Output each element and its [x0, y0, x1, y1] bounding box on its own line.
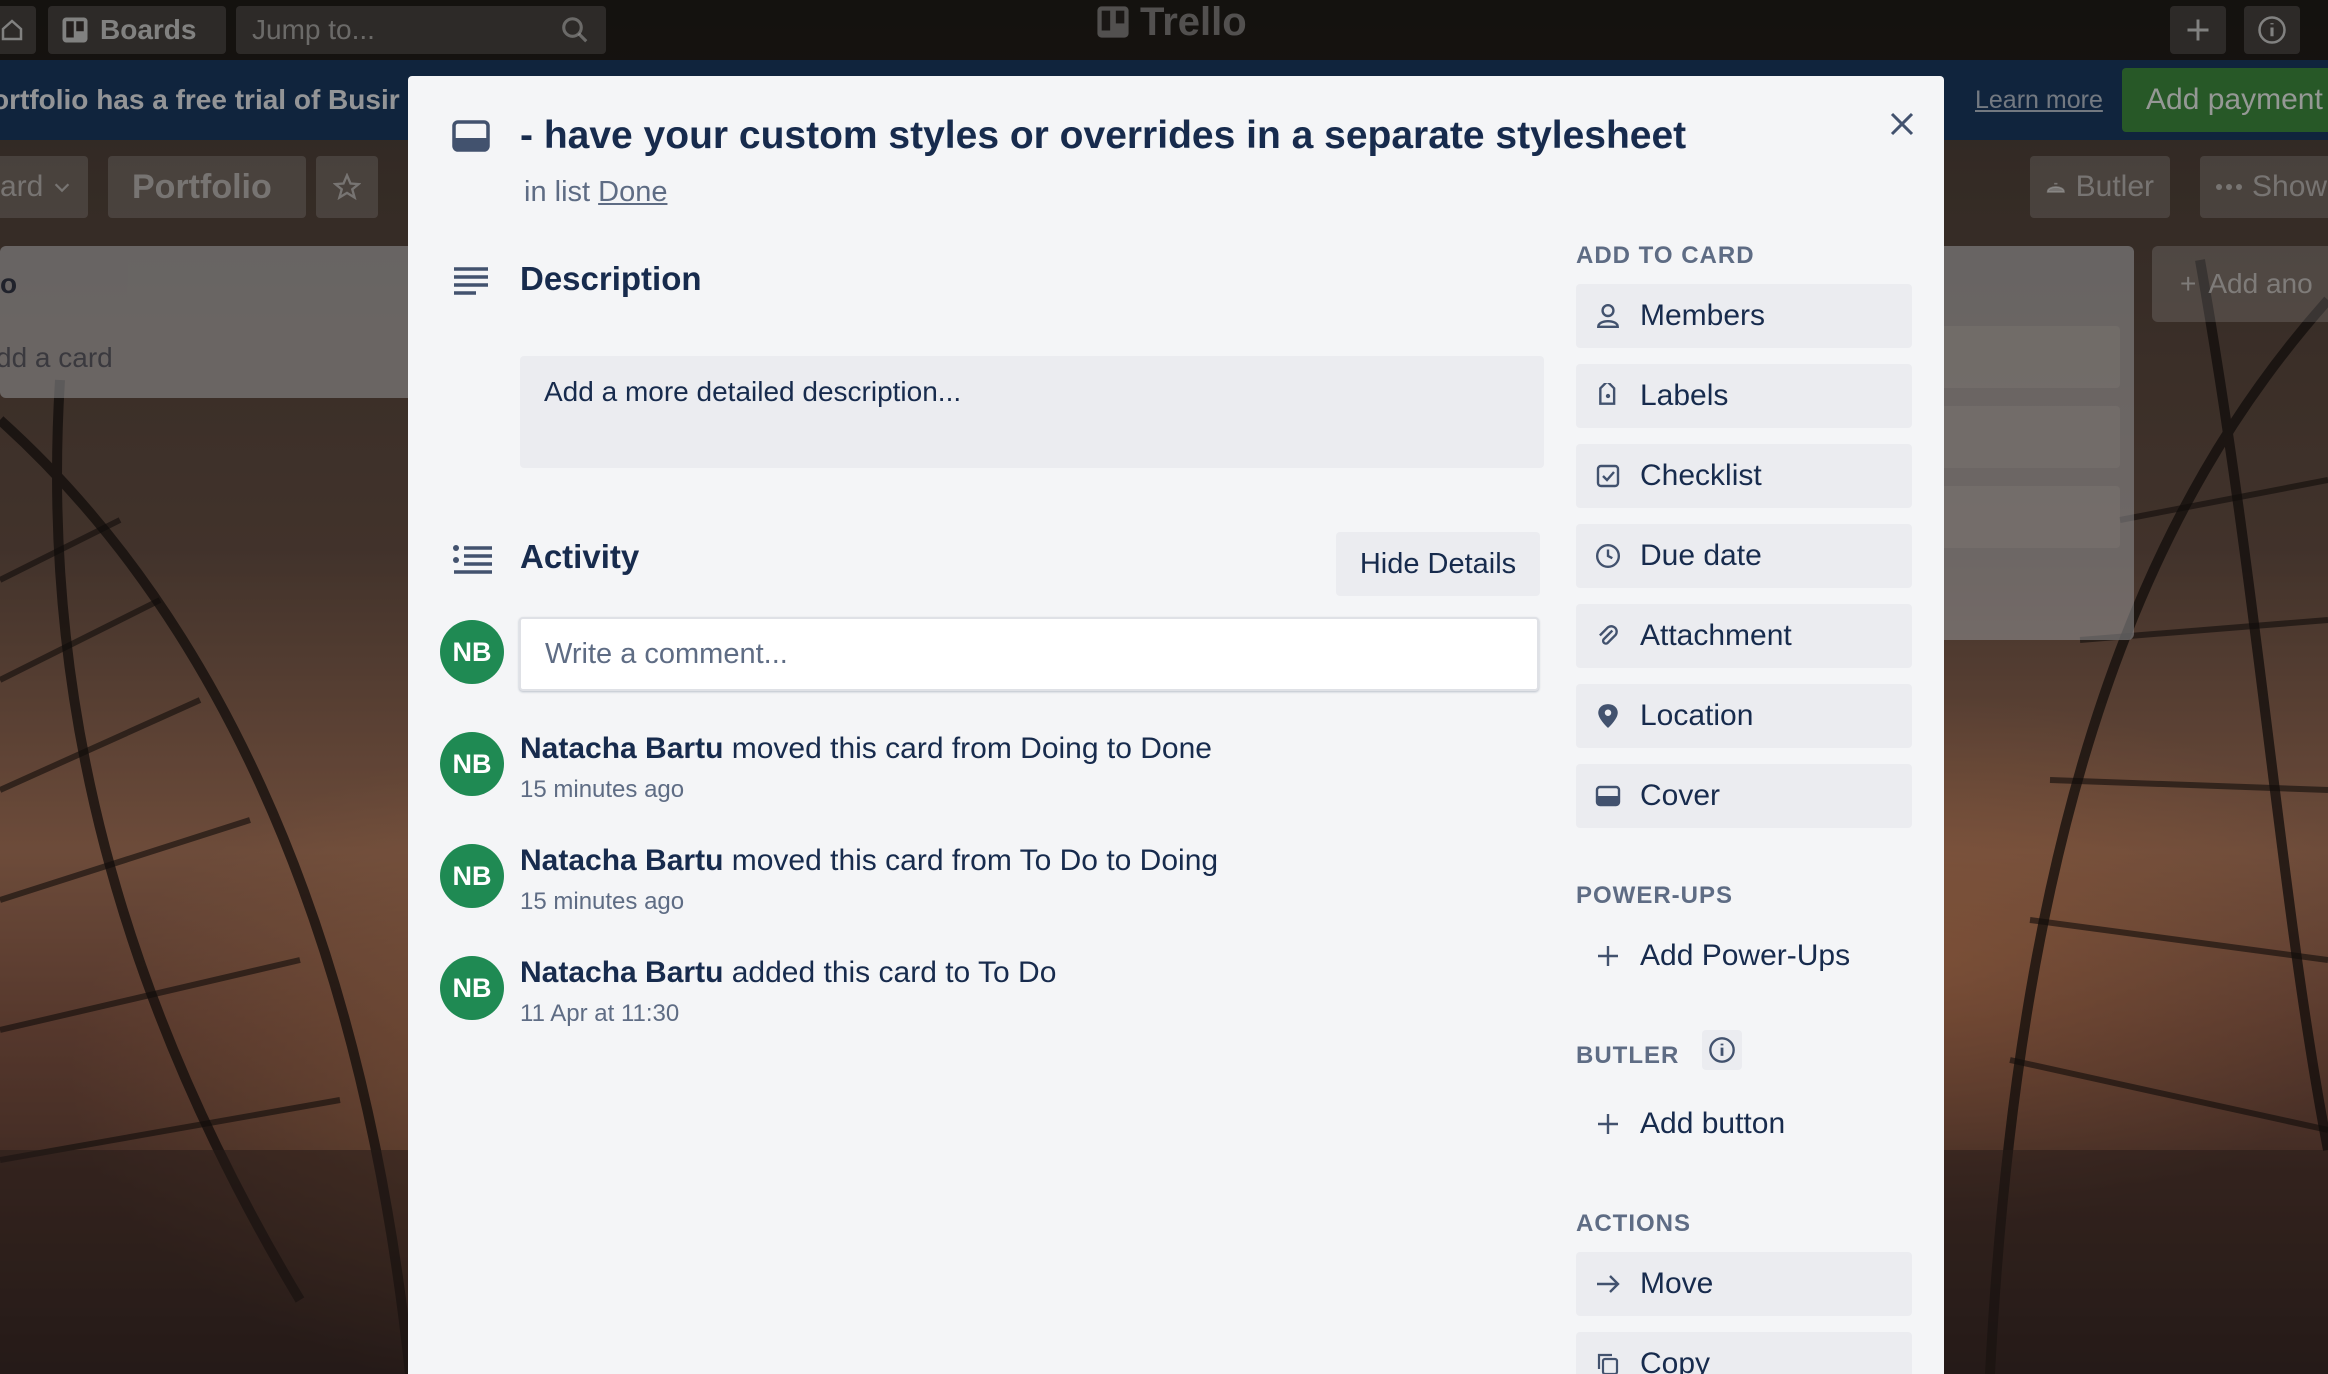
location-button[interactable]: Location — [1576, 684, 1912, 748]
cover-icon — [1594, 782, 1622, 810]
members-label: Members — [1640, 299, 1766, 332]
label-tag-icon — [1594, 382, 1622, 410]
card-list-info: in list Done — [524, 176, 667, 209]
checklist-label: Checklist — [1640, 459, 1762, 492]
in-list-prefix: in list — [524, 176, 591, 208]
due-date-label: Due date — [1640, 539, 1762, 572]
card-title[interactable]: - have your custom styles or overrides i… — [520, 114, 1686, 158]
activity-user[interactable]: Natacha Bartu — [520, 844, 723, 877]
location-pin-icon — [1594, 702, 1622, 730]
attachment-label: Attachment — [1640, 619, 1792, 652]
card-icon — [452, 120, 490, 159]
description-lines-icon — [452, 266, 490, 301]
butler-info-button[interactable] — [1702, 1030, 1742, 1070]
description-input[interactable]: Add a more detailed description... — [520, 356, 1544, 468]
cover-button[interactable]: Cover — [1576, 764, 1912, 828]
copy-icon — [1594, 1350, 1622, 1374]
comment-input[interactable]: Write a comment... — [519, 617, 1539, 691]
activity-time[interactable]: 11 Apr at 11:30 — [520, 1000, 1056, 1028]
activity-icon — [452, 544, 494, 581]
plus-icon — [1594, 1110, 1622, 1138]
activity-action: added this card to To Do — [723, 956, 1057, 989]
avatar[interactable]: NB — [440, 844, 504, 908]
activity-time[interactable]: 15 minutes ago — [520, 776, 1212, 804]
activity-item: Natacha Bartu added this card to To Do 1… — [520, 956, 1056, 1028]
list-link[interactable]: Done — [598, 176, 667, 208]
activity-item: Natacha Bartu moved this card from To Do… — [520, 844, 1218, 916]
activity-time[interactable]: 15 minutes ago — [520, 888, 1218, 916]
paperclip-icon — [1594, 622, 1622, 650]
location-label: Location — [1640, 699, 1754, 732]
cover-label: Cover — [1640, 779, 1721, 812]
activity-user[interactable]: Natacha Bartu — [520, 956, 723, 989]
avatar[interactable]: NB — [440, 956, 504, 1020]
add-button-label: Add button — [1640, 1107, 1786, 1140]
copy-button[interactable]: Copy — [1576, 1332, 1912, 1374]
labels-button[interactable]: Labels — [1576, 364, 1912, 428]
add-to-card-heading: ADD TO CARD — [1576, 242, 1755, 269]
butler-heading: BUTLER — [1576, 1042, 1680, 1069]
move-button[interactable]: Move — [1576, 1252, 1912, 1316]
arrow-right-icon — [1594, 1270, 1622, 1298]
checklist-button[interactable]: Checklist — [1576, 444, 1912, 508]
activity-action: moved this card from Doing to Done — [723, 732, 1212, 765]
person-icon — [1594, 302, 1622, 330]
clock-icon — [1594, 542, 1622, 570]
attachment-button[interactable]: Attachment — [1576, 604, 1912, 668]
activity-text: Natacha Bartu added this card to To Do — [520, 956, 1056, 990]
hide-details-button[interactable]: Hide Details — [1336, 532, 1540, 596]
activity-text: Natacha Bartu moved this card from Doing… — [520, 732, 1212, 766]
info-icon — [1709, 1037, 1735, 1063]
add-power-ups-button[interactable]: Add Power-Ups — [1576, 924, 1912, 988]
labels-label: Labels — [1640, 379, 1729, 412]
card-detail-modal: - have your custom styles or overrides i… — [408, 76, 1944, 1374]
activity-text: Natacha Bartu moved this card from To Do… — [520, 844, 1218, 878]
add-power-ups-label: Add Power-Ups — [1640, 939, 1851, 972]
activity-item: Natacha Bartu moved this card from Doing… — [520, 732, 1212, 804]
activity-action: moved this card from To Do to Doing — [723, 844, 1219, 877]
avatar[interactable]: NB — [440, 620, 504, 684]
members-button[interactable]: Members — [1576, 284, 1912, 348]
add-button-button[interactable]: Add button — [1576, 1092, 1912, 1156]
close-button[interactable] — [1874, 96, 1930, 152]
close-icon — [1890, 112, 1914, 136]
move-label: Move — [1640, 1267, 1714, 1300]
actions-heading: ACTIONS — [1576, 1210, 1691, 1237]
activity-user[interactable]: Natacha Bartu — [520, 732, 723, 765]
checkbox-icon — [1594, 462, 1622, 490]
due-date-button[interactable]: Due date — [1576, 524, 1912, 588]
avatar[interactable]: NB — [440, 732, 504, 796]
copy-label: Copy — [1640, 1347, 1711, 1374]
plus-icon — [1594, 942, 1622, 970]
activity-heading: Activity — [520, 538, 640, 575]
description-heading: Description — [520, 260, 702, 297]
power-ups-heading: POWER-UPS — [1576, 882, 1734, 909]
